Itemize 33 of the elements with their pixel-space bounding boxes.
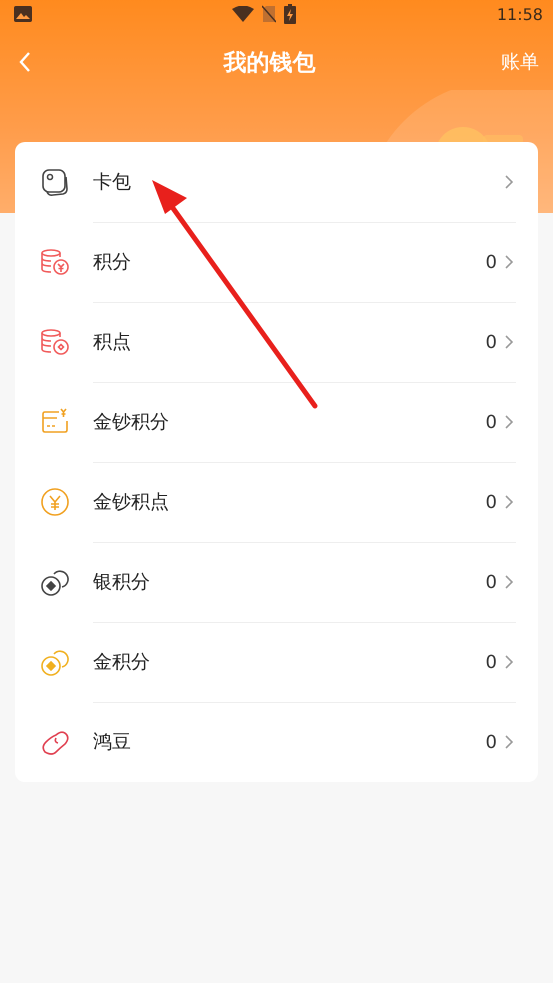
item-label[interactable]: 积点 (93, 329, 486, 355)
item-value: 0 (486, 492, 497, 512)
item-value: 0 (486, 412, 497, 432)
item-label[interactable]: 金钞积点 (93, 489, 486, 515)
chevron-icon (505, 495, 514, 509)
wifi-icon (232, 6, 254, 22)
coin-stack-icon (39, 246, 71, 278)
chevron-icon (505, 735, 514, 749)
item-value: 0 (486, 732, 497, 752)
item-value: 0 (486, 332, 497, 352)
status-time: 11:58 (496, 4, 543, 24)
page-title: 我的钱包 (222, 48, 316, 78)
chevron-icon (505, 655, 514, 669)
cards-icon (39, 166, 71, 198)
chevron-icon (505, 255, 514, 269)
image-icon (14, 6, 32, 22)
item-label[interactable]: 金积分 (93, 649, 486, 675)
chevron-icon (505, 415, 514, 429)
item-value: 0 (486, 572, 497, 592)
item-value: 0 (486, 252, 497, 272)
item-label[interactable]: 积分 (93, 249, 486, 275)
item-label[interactable]: 鸿豆 (93, 729, 486, 755)
chevron-icon (505, 335, 514, 349)
item-label[interactable]: 金钞积分 (93, 409, 486, 435)
yen-coin-icon (39, 486, 71, 518)
item-value: 0 (486, 652, 497, 672)
chevron-icon (505, 175, 514, 189)
coin-stack-icon (39, 326, 71, 358)
item-label[interactable]: 卡包 (93, 169, 505, 195)
item-label[interactable]: 银积分 (93, 569, 486, 595)
chevron-icon (505, 575, 514, 589)
no-sim-icon (262, 5, 276, 23)
battery-icon (284, 4, 296, 24)
